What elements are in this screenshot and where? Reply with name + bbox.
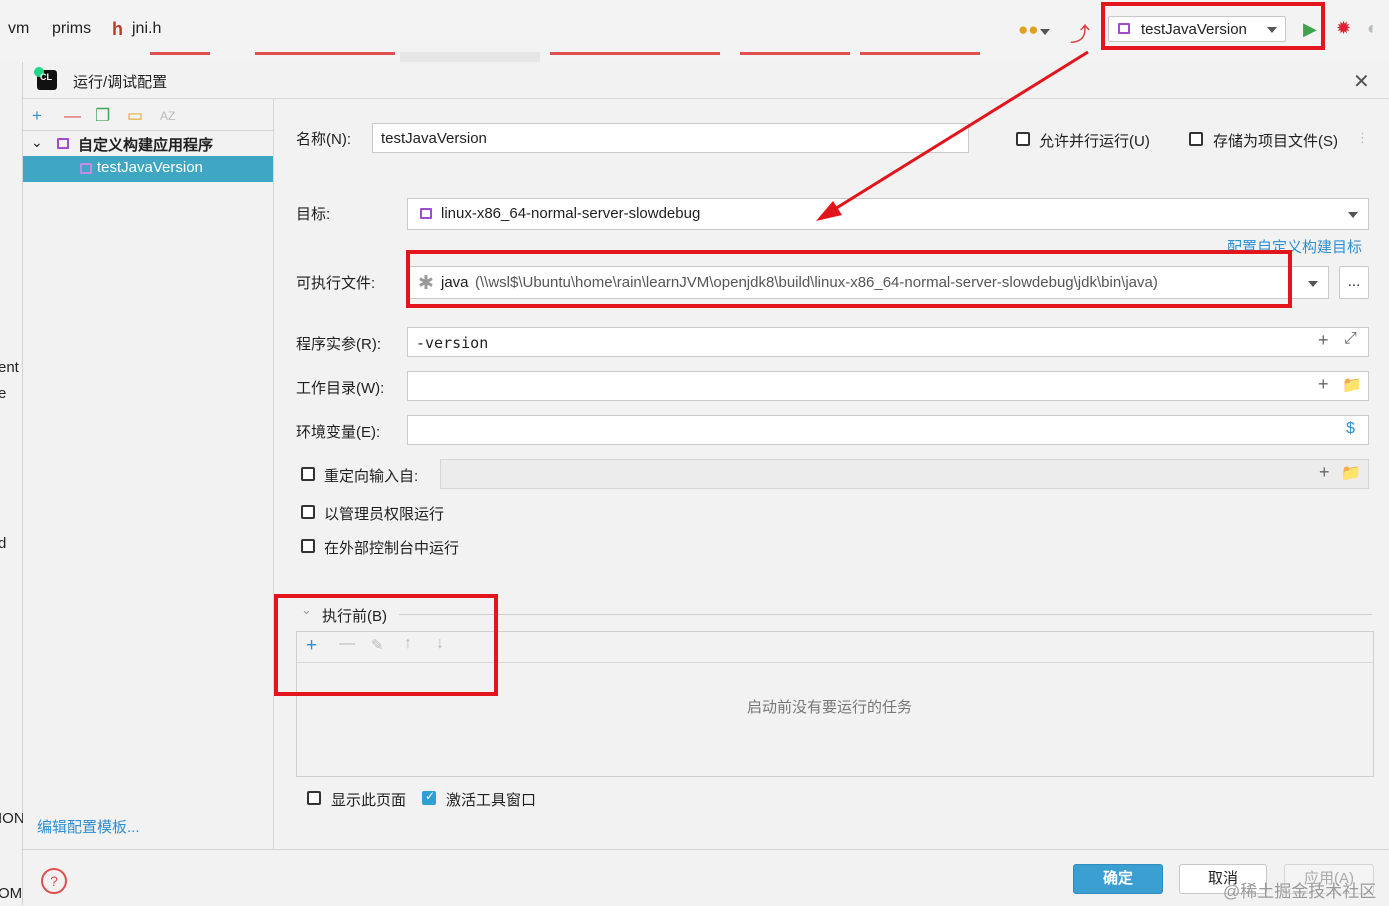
annotation-arrow: [816, 50, 1089, 221]
